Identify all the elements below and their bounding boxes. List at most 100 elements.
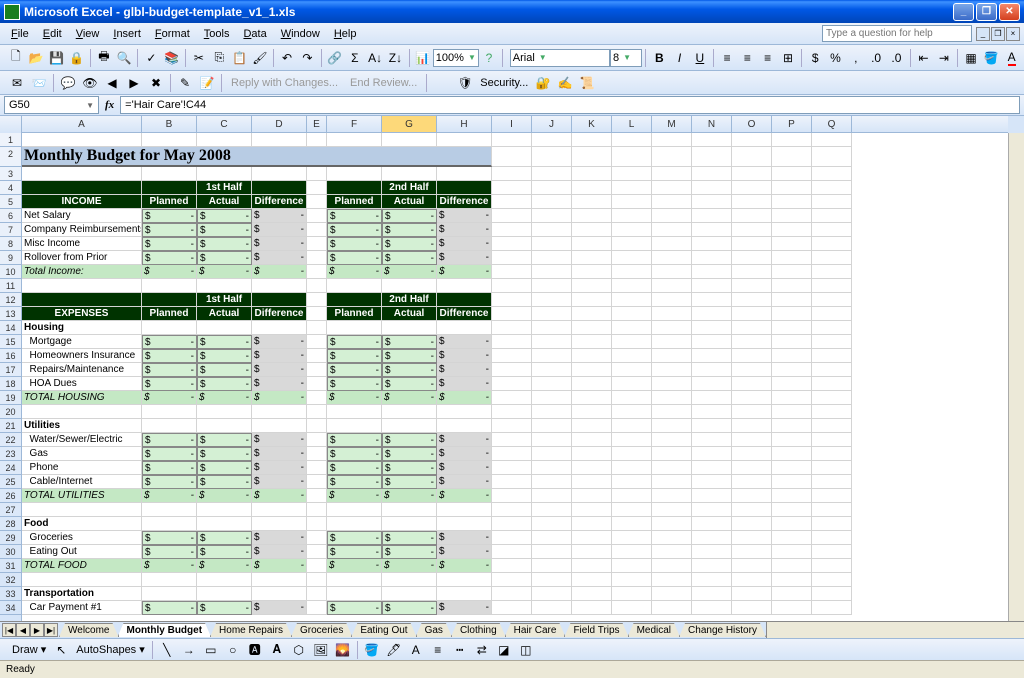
cell[interactable]: $- <box>142 461 197 475</box>
cell[interactable]: $- <box>197 461 252 475</box>
cell[interactable]: $- <box>142 223 197 237</box>
underline-icon[interactable]: U <box>691 48 709 68</box>
font-color-icon[interactable]: A <box>1003 48 1021 68</box>
research-icon[interactable]: 📚 <box>163 48 181 68</box>
column-header[interactable]: P <box>772 116 812 132</box>
column-header[interactable]: M <box>652 116 692 132</box>
cell[interactable]: $- <box>197 377 252 391</box>
column-header[interactable]: I <box>492 116 532 132</box>
cell[interactable] <box>812 321 852 335</box>
cell[interactable] <box>307 433 327 447</box>
currency-icon[interactable]: $ <box>806 48 824 68</box>
cell[interactable]: $- <box>252 251 307 265</box>
cell[interactable] <box>492 293 532 307</box>
cell[interactable] <box>572 167 612 181</box>
cell[interactable]: $- <box>197 265 252 279</box>
cell[interactable] <box>772 181 812 195</box>
cell[interactable] <box>692 363 732 377</box>
cell[interactable] <box>692 531 732 545</box>
clipart-icon[interactable]: 🖼 <box>311 640 331 660</box>
cell[interactable] <box>382 321 437 335</box>
cell[interactable] <box>492 545 532 559</box>
cell[interactable]: Actual <box>197 195 252 209</box>
menu-tools[interactable]: Tools <box>197 26 237 42</box>
cell[interactable] <box>812 223 852 237</box>
menu-data[interactable]: Data <box>236 26 273 42</box>
cell[interactable] <box>307 573 327 587</box>
cell[interactable] <box>652 279 692 293</box>
cell[interactable] <box>732 601 772 615</box>
cell[interactable]: $- <box>382 265 437 279</box>
cell[interactable] <box>812 517 852 531</box>
cell[interactable] <box>492 517 532 531</box>
cell[interactable] <box>772 545 812 559</box>
cell[interactable] <box>732 419 772 433</box>
cell[interactable] <box>652 391 692 405</box>
cell[interactable]: Homeowners Insurance <box>22 349 142 363</box>
cell[interactable] <box>142 503 197 517</box>
cell[interactable] <box>812 335 852 349</box>
cell[interactable] <box>532 195 572 209</box>
cell[interactable] <box>572 265 612 279</box>
cell[interactable] <box>142 419 197 433</box>
cell[interactable] <box>652 181 692 195</box>
cell[interactable] <box>307 475 327 489</box>
cell[interactable]: $- <box>142 391 197 405</box>
cell[interactable] <box>307 279 327 293</box>
cell[interactable] <box>492 601 532 615</box>
cell[interactable]: Total Income: <box>22 265 142 279</box>
row-header[interactable]: 7 <box>0 223 21 237</box>
cell[interactable]: $- <box>197 335 252 349</box>
cell[interactable]: $- <box>252 363 307 377</box>
row-header[interactable]: 9 <box>0 251 21 265</box>
cell[interactable]: $- <box>382 461 437 475</box>
cell[interactable]: Planned <box>142 307 197 321</box>
cell[interactable]: Difference <box>437 307 492 321</box>
sort-asc-icon[interactable]: A↓ <box>366 48 384 68</box>
cell[interactable] <box>612 489 652 503</box>
macro-sec-icon[interactable]: 🔐 <box>533 73 553 93</box>
send-icon[interactable]: 📨 <box>29 73 49 93</box>
cell[interactable]: $- <box>197 433 252 447</box>
autoshapes-menu[interactable]: AutoShapes ▾ <box>72 643 149 656</box>
doc-restore-button[interactable]: ❐ <box>991 27 1005 41</box>
cell[interactable]: Planned <box>327 307 382 321</box>
cell[interactable] <box>652 489 692 503</box>
cell[interactable] <box>22 167 142 181</box>
cell[interactable]: $- <box>252 531 307 545</box>
cell[interactable] <box>572 293 612 307</box>
cell[interactable] <box>732 475 772 489</box>
cell[interactable] <box>612 559 652 573</box>
security-button[interactable]: Security... <box>476 77 532 89</box>
cell[interactable]: $- <box>382 489 437 503</box>
chart-icon[interactable]: 📊 <box>414 48 432 68</box>
security-icon[interactable]: 🛡 <box>455 73 475 93</box>
cell[interactable] <box>307 133 327 147</box>
menu-edit[interactable]: Edit <box>36 26 69 42</box>
cell[interactable]: $- <box>197 349 252 363</box>
cell[interactable]: $- <box>327 475 382 489</box>
cell[interactable] <box>572 377 612 391</box>
cell[interactable]: $- <box>142 251 197 265</box>
menu-format[interactable]: Format <box>148 26 197 42</box>
cell[interactable]: $- <box>142 531 197 545</box>
row-header[interactable]: 30 <box>0 545 21 559</box>
cell[interactable] <box>532 405 572 419</box>
cell[interactable] <box>572 419 612 433</box>
cell[interactable]: Cable/Internet <box>22 475 142 489</box>
cell[interactable] <box>252 419 307 433</box>
cell[interactable] <box>732 531 772 545</box>
cell[interactable] <box>572 601 612 615</box>
cell[interactable]: $- <box>327 209 382 223</box>
cell[interactable]: $- <box>327 265 382 279</box>
sheet-tab[interactable]: Monthly Budget <box>118 623 212 637</box>
cell[interactable]: $- <box>252 237 307 251</box>
cell[interactable] <box>772 531 812 545</box>
cell[interactable] <box>572 363 612 377</box>
cell[interactable] <box>692 223 732 237</box>
cell[interactable]: $- <box>197 237 252 251</box>
column-header[interactable]: L <box>612 116 652 132</box>
cell[interactable]: $- <box>327 377 382 391</box>
cut-icon[interactable]: ✂ <box>190 48 208 68</box>
cell[interactable] <box>772 251 812 265</box>
